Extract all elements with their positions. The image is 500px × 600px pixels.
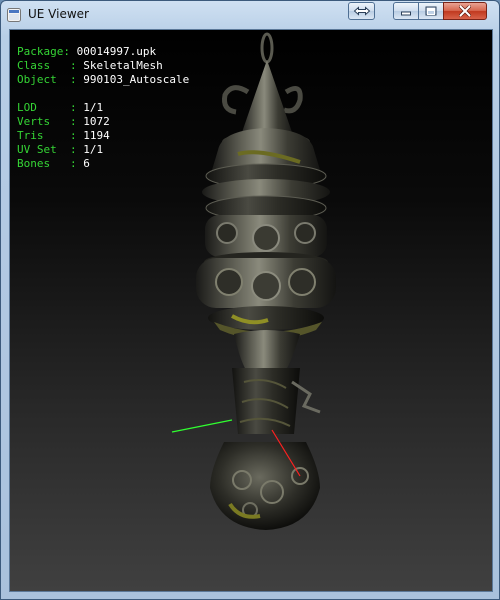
info-label: LOD: [17, 101, 37, 114]
tris-value: 1194: [83, 129, 110, 142]
close-button[interactable]: [443, 2, 487, 20]
title-bar[interactable]: UE Viewer: [1, 1, 499, 29]
object-value: 990103_Autoscale: [83, 73, 190, 86]
app-icon: [7, 8, 21, 22]
info-label: UV Set: [17, 143, 57, 156]
minimize-icon: [401, 11, 411, 16]
app-window: UE Viewer Package: 00014997.upk Class: …: [0, 0, 500, 600]
verts-value: 1072: [83, 115, 110, 128]
minimize-button[interactable]: [393, 2, 419, 20]
lod-value: 1/1: [83, 101, 104, 114]
3d-viewport[interactable]: Package: 00014997.upk Class : SkeletalMe…: [9, 29, 493, 592]
close-icon: [459, 5, 471, 17]
info-label: Class: [17, 59, 51, 72]
info-label: Verts: [17, 115, 51, 128]
info-label: Tris: [17, 129, 44, 142]
info-label: Package: [17, 45, 64, 58]
uvset-value: 1/1: [83, 143, 104, 156]
swap-button[interactable]: [348, 2, 375, 20]
bones-value: 6: [83, 157, 90, 170]
window-title: UE Viewer: [28, 7, 89, 21]
maximize-icon: [425, 6, 437, 16]
class-value: SkeletalMesh: [83, 59, 163, 72]
maximize-button[interactable]: [418, 2, 444, 20]
info-label: Object: [17, 73, 57, 86]
swap-icon: [353, 6, 370, 16]
mesh-info-overlay: Package: 00014997.upk Class : SkeletalMe…: [17, 45, 190, 170]
package-value: 00014997.upk: [76, 45, 157, 58]
info-label: Bones: [17, 157, 51, 170]
